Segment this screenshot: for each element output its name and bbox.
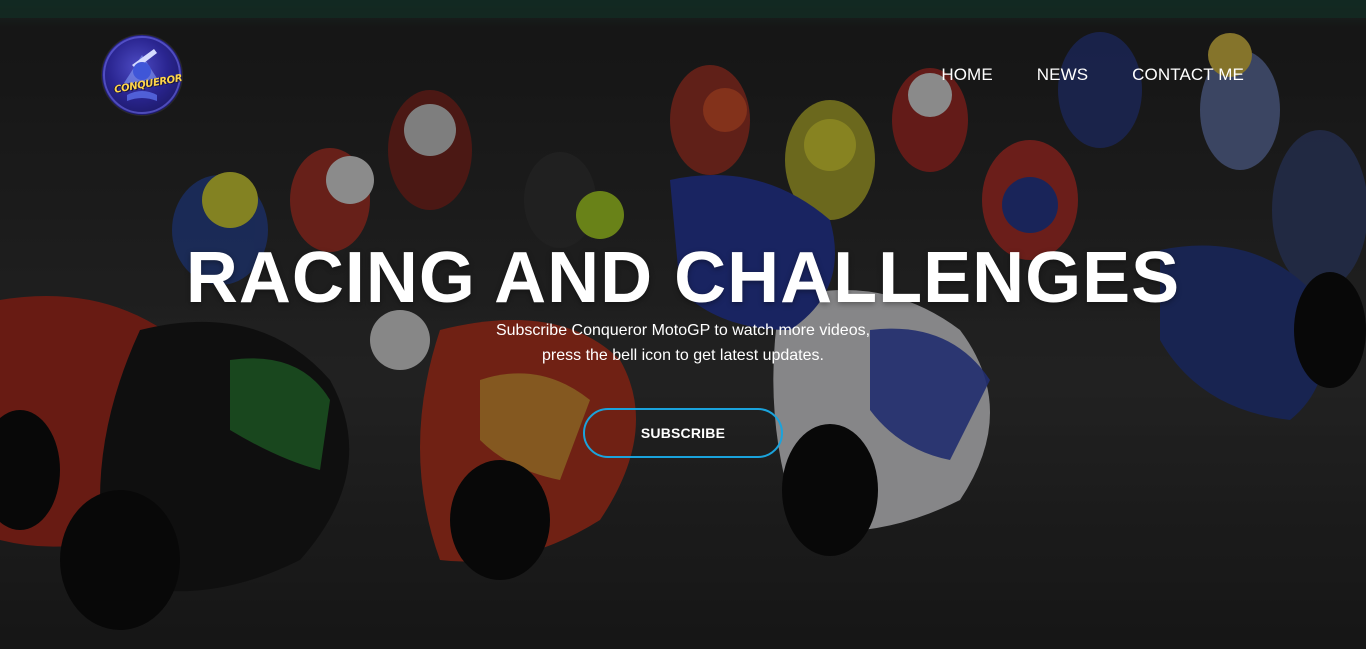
- hero-section: RACING AND CHALLENGES Subscribe Conquero…: [0, 238, 1366, 458]
- main-nav: HOME NEWS CONTACT ME: [941, 65, 1244, 85]
- nav-item-contact-me[interactable]: CONTACT ME: [1132, 65, 1244, 85]
- site-header: CONQUEROR HOME NEWS CONTACT ME: [0, 0, 1366, 150]
- nav-item-news[interactable]: NEWS: [1037, 65, 1088, 85]
- hero-subtitle-line-2: press the bell icon to get latest update…: [542, 347, 824, 364]
- hero-title: RACING AND CHALLENGES: [185, 238, 1181, 318]
- hero-subtitle: Subscribe Conqueror MotoGP to watch more…: [0, 318, 1366, 368]
- nav-item-home[interactable]: HOME: [941, 65, 992, 85]
- subscribe-button[interactable]: SUBSCRIBE: [583, 408, 783, 458]
- hero-subtitle-line-1: Subscribe Conqueror MotoGP to watch more…: [495, 322, 871, 339]
- conqueror-logo[interactable]: CONQUEROR: [102, 35, 182, 115]
